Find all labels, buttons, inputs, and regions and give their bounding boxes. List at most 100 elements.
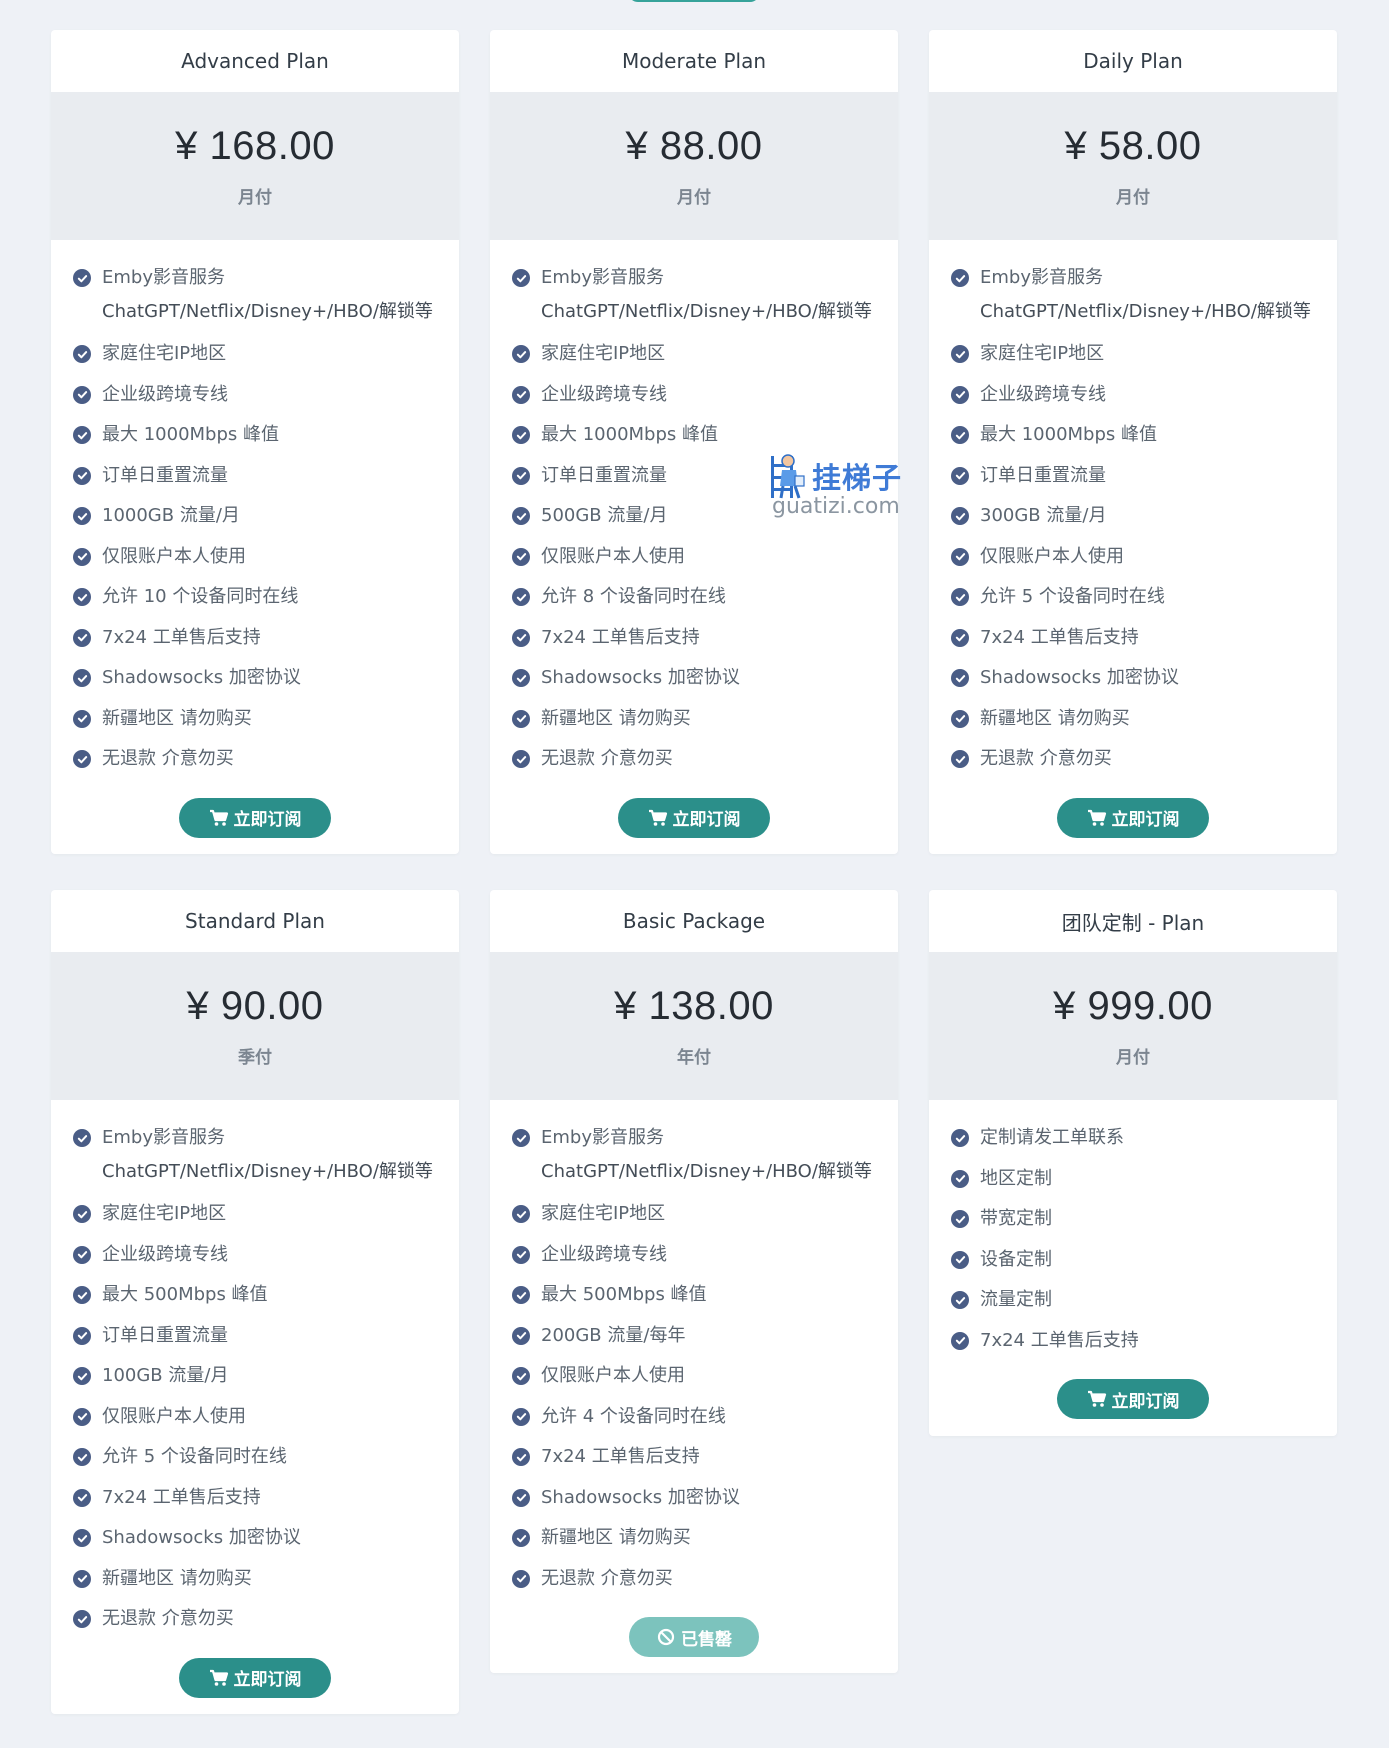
plan-title: Standard Plan — [185, 909, 325, 933]
check-circle-icon — [73, 1610, 91, 1628]
feature-item: 订单日重置流量 — [73, 460, 459, 501]
feature-item: 7x24 工单售后支持 — [951, 1325, 1337, 1366]
check-circle-icon — [512, 750, 530, 768]
feature-item: 7x24 工单售后支持 — [73, 622, 459, 663]
feature-text: 订单日重置流量 — [102, 1324, 228, 1346]
feature-item: 200GB 流量/每年 — [512, 1320, 898, 1361]
subscribe-button[interactable]: 立即订阅 — [179, 797, 331, 838]
feature-item: 新疆地区 请勿购买 — [951, 703, 1337, 744]
check-circle-icon — [512, 1367, 530, 1385]
check-circle-icon — [73, 345, 91, 363]
feature-list: Emby影音服务 ChatGPT/Netflix/Disney+/HBO/解锁等… — [929, 240, 1337, 784]
plan-title: Advanced Plan — [181, 49, 329, 73]
pricing-page: Advanced Plan ¥ 168.00 月付 Emby影音服务 ChatG… — [0, 0, 1389, 1748]
plan-title: Daily Plan — [1083, 49, 1183, 73]
feature-text: Emby影音服务 — [541, 1127, 664, 1148]
feature-item: 企业级跨境专线 — [73, 1239, 459, 1280]
feature-item: Emby影音服务 ChatGPT/Netflix/Disney+/HBO/解锁等 — [73, 1122, 459, 1198]
feature-item: 允许 5 个设备同时在线 — [73, 1441, 459, 1482]
check-circle-icon — [73, 547, 91, 566]
plan-period: 年付 — [677, 1048, 711, 1068]
feature-item: 无退款 介意勿买 — [73, 743, 459, 784]
feature-text: 7x24 工单售后支持 — [980, 1329, 1139, 1351]
check-circle-icon — [951, 345, 969, 363]
plan-period: 月付 — [677, 188, 711, 208]
check-circle-icon — [512, 588, 530, 606]
button-label: 立即订阅 — [1111, 810, 1180, 830]
feature-text: 带宽定制 — [980, 1208, 1052, 1229]
ban-icon — [657, 1628, 675, 1646]
feature-text: 允许 10 个设备同时在线 — [102, 586, 299, 607]
plan-card: Daily Plan ¥ 58.00 月付 Emby影音服务 ChatGPT/N… — [929, 30, 1337, 854]
button-label: 立即订阅 — [672, 810, 741, 830]
check-circle-icon — [73, 1529, 91, 1547]
watermark-en: guatizi.com — [772, 494, 900, 519]
subscribe-button[interactable]: 立即订阅 — [618, 797, 770, 838]
check-circle-icon — [73, 1205, 91, 1223]
check-circle-icon — [512, 628, 530, 647]
subscribe-button[interactable]: 立即订阅 — [1057, 797, 1209, 838]
feature-item: 企业级跨境专线 — [512, 1239, 898, 1280]
price-block: ¥ 58.00 月付 — [929, 92, 1337, 240]
feature-item: 允许 8 个设备同时在线 — [512, 581, 898, 622]
subscribe-button[interactable]: 立即订阅 — [179, 1657, 331, 1698]
feature-text: 无退款 介意勿买 — [102, 1608, 234, 1629]
feature-item: 允许 5 个设备同时在线 — [951, 581, 1337, 622]
check-circle-icon — [73, 1286, 91, 1304]
feature-item: 无退款 介意勿买 — [73, 1603, 459, 1644]
feature-item: Shadowsocks 加密协议 — [73, 1522, 459, 1563]
feature-text: Shadowsocks 加密协议 — [541, 667, 740, 688]
feature-text: 无退款 介意勿买 — [102, 748, 234, 769]
check-circle-icon — [73, 426, 91, 444]
plan-card: Basic Package ¥ 138.00 年付 Emby影音服务 ChatG… — [490, 890, 898, 1673]
feature-text: 定制请发工单联系 — [980, 1127, 1124, 1148]
plan-price: ¥ 138.00 — [614, 984, 774, 1028]
feature-item: 7x24 工单售后支持 — [512, 1441, 898, 1482]
watermark-cn: 挂梯子 — [812, 461, 903, 495]
feature-item: 家庭住宅IP地区 — [951, 338, 1337, 379]
check-circle-icon — [951, 1250, 969, 1269]
feature-text: Emby影音服务 — [541, 267, 664, 288]
feature-text: 企业级跨境专线 — [102, 383, 228, 405]
feature-text: 仅限账户本人使用 — [541, 1365, 685, 1386]
subscribe-button[interactable]: 立即订阅 — [1057, 1379, 1209, 1419]
feature-item: 仅限账户本人使用 — [512, 1360, 898, 1401]
feature-list: Emby影音服务 ChatGPT/Netflix/Disney+/HBO/解锁等… — [51, 240, 459, 784]
feature-item: 无退款 介意勿买 — [512, 1563, 898, 1604]
feature-item: 新疆地区 请勿购买 — [73, 703, 459, 744]
check-circle-icon — [73, 588, 91, 606]
check-circle-icon — [951, 709, 969, 728]
feature-text: 仅限账户本人使用 — [102, 1405, 246, 1427]
check-circle-icon — [512, 547, 530, 566]
feature-item: 新疆地区 请勿购买 — [512, 703, 898, 744]
check-circle-icon — [951, 628, 969, 647]
feature-item: 家庭住宅IP地区 — [512, 338, 898, 379]
check-circle-icon — [951, 1291, 969, 1309]
feature-item: 流量定制 — [951, 1284, 1337, 1325]
feature-item: 无退款 介意勿买 — [951, 743, 1337, 784]
check-circle-icon — [512, 1245, 530, 1264]
feature-item: Shadowsocks 加密协议 — [73, 662, 459, 703]
feature-text: 无退款 介意勿买 — [980, 748, 1112, 769]
check-circle-icon — [951, 466, 969, 485]
feature-item: 最大 1000Mbps 峰值 — [951, 419, 1337, 460]
check-circle-icon — [73, 709, 91, 728]
button-label: 立即订阅 — [233, 810, 302, 830]
feature-list: 定制请发工单联系 地区定制 带宽定制 设备定制 流量定制 7x24 工单售后支持 — [929, 1100, 1337, 1365]
feature-text: 地区定制 — [980, 1167, 1052, 1189]
check-circle-icon — [951, 269, 969, 287]
feature-text: 家庭住宅IP地区 — [541, 1203, 666, 1224]
feature-text: 最大 500Mbps 峰值 — [541, 1284, 707, 1305]
feature-list: Emby影音服务 ChatGPT/Netflix/Disney+/HBO/解锁等… — [51, 1100, 459, 1644]
feature-text: 新疆地区 请勿购买 — [541, 707, 691, 729]
feature-item: 最大 500Mbps 峰值 — [73, 1279, 459, 1320]
price-block: ¥ 999.00 月付 — [929, 952, 1337, 1100]
price-block: ¥ 88.00 月付 — [490, 92, 898, 240]
plan-card: Advanced Plan ¥ 168.00 月付 Emby影音服务 ChatG… — [51, 30, 459, 854]
plan-card: Standard Plan ¥ 90.00 季付 Emby影音服务 ChatGP… — [51, 890, 459, 1714]
feature-text: 家庭住宅IP地区 — [980, 343, 1105, 364]
check-circle-icon — [512, 345, 530, 363]
check-circle-icon — [73, 1129, 91, 1147]
feature-text: Shadowsocks 加密协议 — [980, 667, 1179, 688]
check-circle-icon — [512, 709, 530, 728]
